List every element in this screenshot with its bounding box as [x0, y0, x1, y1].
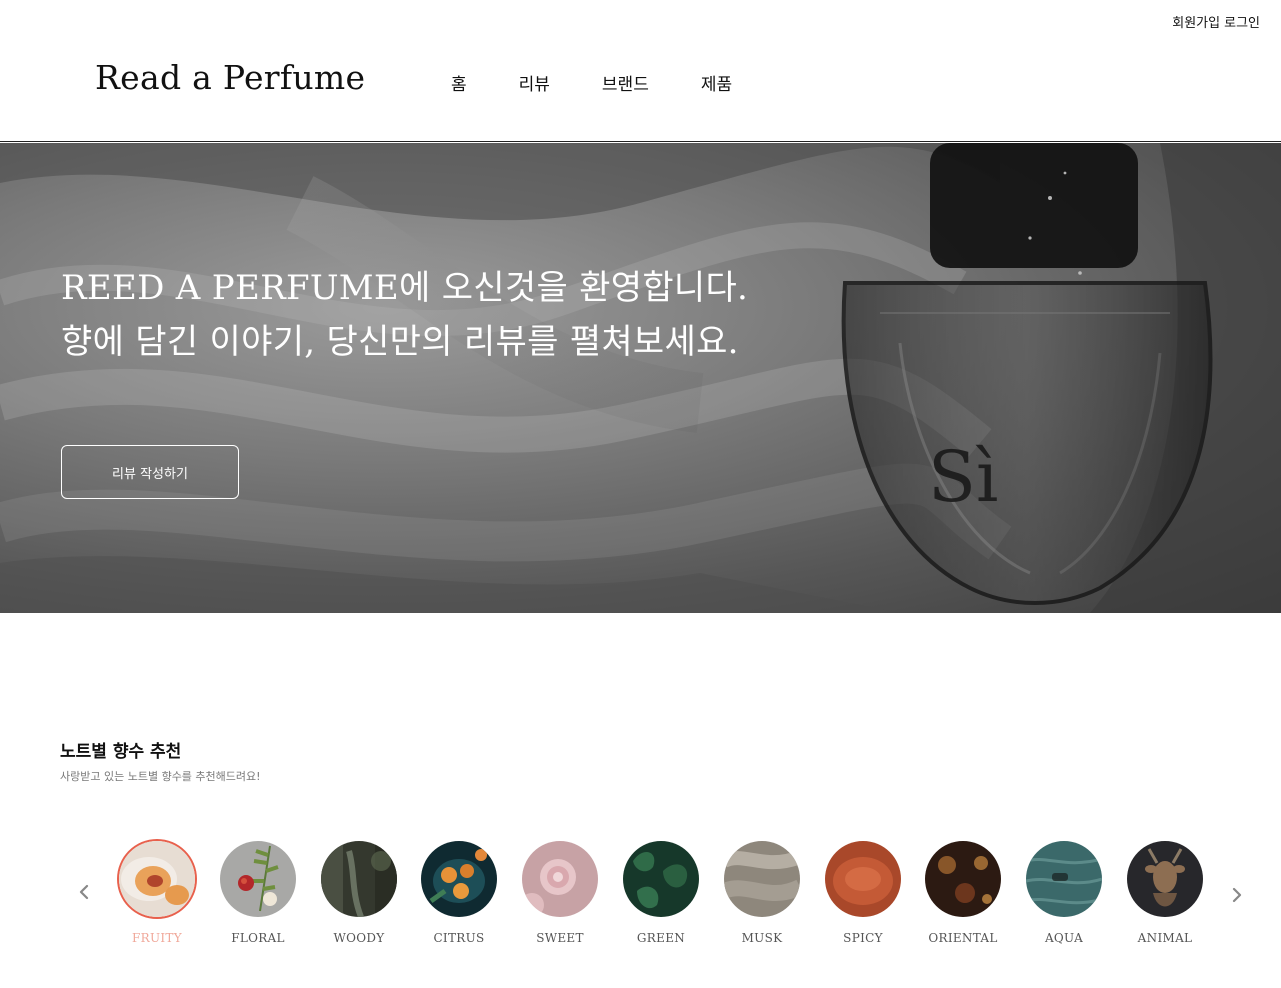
- hero-heading-line2: 향에 담긴 이야기, 당신만의 리뷰를 펼쳐보세요.: [61, 322, 739, 362]
- hero-heading: REED A PERFUME에 오신것을 환영합니다. 향에 담긴 이야기, 당…: [61, 261, 748, 369]
- site-logo[interactable]: Read a Perfume: [95, 58, 365, 97]
- note-image-aqua: [1026, 841, 1102, 917]
- note-label-citrus: CITRUS: [433, 931, 485, 945]
- note-item-animal[interactable]: ANIMAL: [1126, 841, 1204, 945]
- note-label-spicy: SPICY: [843, 931, 883, 945]
- note-label-green: GREEN: [636, 931, 686, 945]
- note-label-floral: FLORAL: [231, 931, 285, 945]
- hero-heading-line1: REED A PERFUME에 오신것을 환영합니다.: [61, 268, 749, 308]
- note-item-aqua[interactable]: AQUA: [1025, 841, 1103, 945]
- note-image-woody: [321, 841, 397, 917]
- note-item-citrus[interactable]: CITRUS: [420, 841, 498, 945]
- hero-banner: Sì REED A PERFUME에 오신것을 환영합니다. 향에 담긴 이야기…: [0, 143, 1281, 613]
- note-label-fruity: FRUITY: [132, 931, 182, 945]
- hero-background-image: Sì: [0, 143, 1281, 613]
- note-label-musk: MUSK: [741, 931, 783, 945]
- bottle-brand-text: Sì: [928, 436, 998, 518]
- note-image-fruity: [119, 841, 195, 917]
- note-item-woody[interactable]: WOODY: [320, 841, 398, 945]
- note-image-floral: [220, 841, 296, 917]
- note-item-musk[interactable]: MUSK: [723, 841, 801, 945]
- note-label-oriental: ORIENTAL: [928, 931, 998, 945]
- carousel-next-button[interactable]: [1227, 885, 1247, 905]
- note-label-sweet: SWEET: [536, 931, 584, 945]
- note-image-spicy: [825, 841, 901, 917]
- nav-item-review[interactable]: 리뷰: [519, 70, 550, 95]
- note-item-green[interactable]: GREEN: [622, 841, 700, 945]
- notes-section-subtitle: 사랑받고 있는 노트별 향수를 추천해드려요!: [60, 770, 261, 783]
- carousel-prev-button[interactable]: [74, 882, 94, 902]
- note-image-green: [623, 841, 699, 917]
- note-image-sweet: [522, 841, 598, 917]
- chevron-right-icon: [1232, 887, 1242, 903]
- note-label-animal: ANIMAL: [1137, 931, 1193, 945]
- note-item-floral[interactable]: FLORAL: [219, 841, 297, 945]
- nav-item-product[interactable]: 제품: [701, 70, 732, 95]
- note-image-musk: [724, 841, 800, 917]
- note-item-oriental[interactable]: ORIENTAL: [924, 841, 1002, 945]
- note-label-woody: WOODY: [333, 931, 385, 945]
- site-header: Read a Perfume 홈 리뷰 브랜드 제품: [0, 0, 1281, 142]
- nav-item-brand[interactable]: 브랜드: [602, 70, 649, 95]
- chevron-left-icon: [79, 884, 89, 900]
- notes-section-title: 노트별 향수 추천: [60, 742, 182, 762]
- main-nav: 홈 리뷰 브랜드 제품: [451, 70, 732, 95]
- note-image-citrus: [421, 841, 497, 917]
- note-item-fruity[interactable]: FRUITY: [118, 841, 196, 945]
- nav-item-home[interactable]: 홈: [451, 70, 467, 95]
- note-label-aqua: AQUA: [1044, 931, 1084, 945]
- note-carousel: FRUITY FLORAL WOODY CITRUS SWEET GREEN M…: [118, 841, 1204, 961]
- note-image-oriental: [925, 841, 1001, 917]
- write-review-button[interactable]: 리뷰 작성하기: [61, 445, 239, 499]
- note-item-sweet[interactable]: SWEET: [521, 841, 599, 945]
- note-item-spicy[interactable]: SPICY: [824, 841, 902, 945]
- note-image-animal: [1127, 841, 1203, 917]
